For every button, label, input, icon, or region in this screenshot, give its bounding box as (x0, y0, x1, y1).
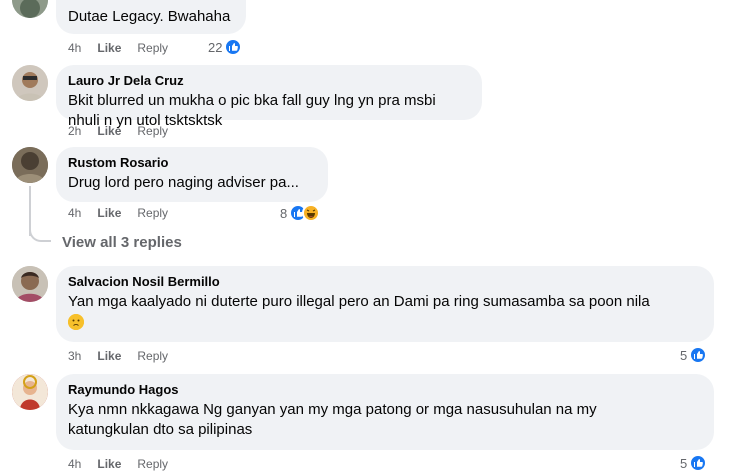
avatar[interactable] (12, 266, 48, 302)
reply-button[interactable]: Reply (137, 349, 168, 363)
like-button[interactable]: Like (97, 124, 121, 138)
like-button[interactable]: Like (97, 349, 121, 363)
comment-bubble: Lauro Jr Dela Cruz Bkit blurred un mukha… (56, 65, 482, 129)
comment-time[interactable]: 4h (68, 206, 81, 220)
comment-text: Drug lord pero naging adviser pa... (68, 174, 299, 191)
haha-icon (302, 204, 321, 222)
reaction-count: 5 (680, 347, 688, 363)
avatar[interactable] (12, 65, 48, 101)
reaction-summary[interactable]: 5 (680, 453, 708, 473)
reaction-summary[interactable]: 8 (280, 203, 321, 223)
comment-actions: 4h Like Reply (68, 205, 168, 221)
comment-bubble: Salvacion Nosil Bermillo Yan mga kaalyad… (56, 266, 714, 342)
comment-actions: 3h Like Reply (68, 348, 168, 364)
view-replies-link[interactable]: View all 3 replies (62, 234, 182, 251)
like-button[interactable]: Like (97, 41, 121, 55)
commenter-name[interactable]: Lauro Jr Dela Cruz (68, 73, 470, 89)
comment-time[interactable]: 4h (68, 41, 81, 55)
comment-bubble: Raymundo Hagos Kya nmn nkkagawa Ng ganya… (56, 374, 714, 450)
reply-button[interactable]: Reply (137, 457, 168, 471)
reply-button[interactable]: Reply (137, 124, 168, 138)
commenter-name[interactable]: Rustom Rosario (68, 155, 316, 171)
like-icon (689, 346, 708, 364)
comment-bubble: Rustom Rosario Drug lord pero naging adv… (56, 147, 328, 202)
comment-text: Dutae Legacy. Bwahaha (68, 8, 231, 25)
like-icon (224, 38, 243, 56)
reply-button[interactable]: Reply (137, 206, 168, 220)
reaction-count: 5 (680, 455, 688, 471)
comment-bubble: Dutae Legacy. Bwahaha (56, 0, 246, 34)
commenter-name[interactable]: Raymundo Hagos (68, 382, 702, 398)
like-icon (689, 454, 708, 472)
thread-line-curve (29, 220, 51, 242)
comment-text-line-1: Kya nmn nkkagawa Ng ganyan yan my mga pa… (68, 401, 597, 418)
comment-time[interactable]: 4h (68, 457, 81, 471)
reaction-summary[interactable]: 5 (680, 345, 708, 365)
reaction-summary[interactable]: 22 (208, 37, 243, 57)
avatar[interactable] (12, 147, 48, 183)
reaction-count: 22 (208, 39, 223, 55)
comment-actions: 2h Like Reply (68, 123, 168, 139)
comment-time[interactable]: 3h (68, 349, 81, 363)
comment-actions: 4h Like Reply (68, 456, 168, 472)
comment-actions: 4h Like Reply (68, 40, 168, 56)
comment-text-line-2: katungkulan dto sa pilipinas (68, 421, 253, 438)
like-button[interactable]: Like (97, 206, 121, 220)
comment-text: Yan mga kaalyado ni duterte puro illegal… (68, 293, 650, 310)
sad-face-emoji (68, 314, 84, 330)
reply-button[interactable]: Reply (137, 41, 168, 55)
commenter-name[interactable]: Salvacion Nosil Bermillo (68, 274, 702, 290)
avatar[interactable] (12, 0, 48, 18)
comment-time[interactable]: 2h (68, 124, 81, 138)
reaction-count: 8 (280, 205, 288, 221)
like-button[interactable]: Like (97, 457, 121, 471)
avatar[interactable] (12, 374, 48, 410)
